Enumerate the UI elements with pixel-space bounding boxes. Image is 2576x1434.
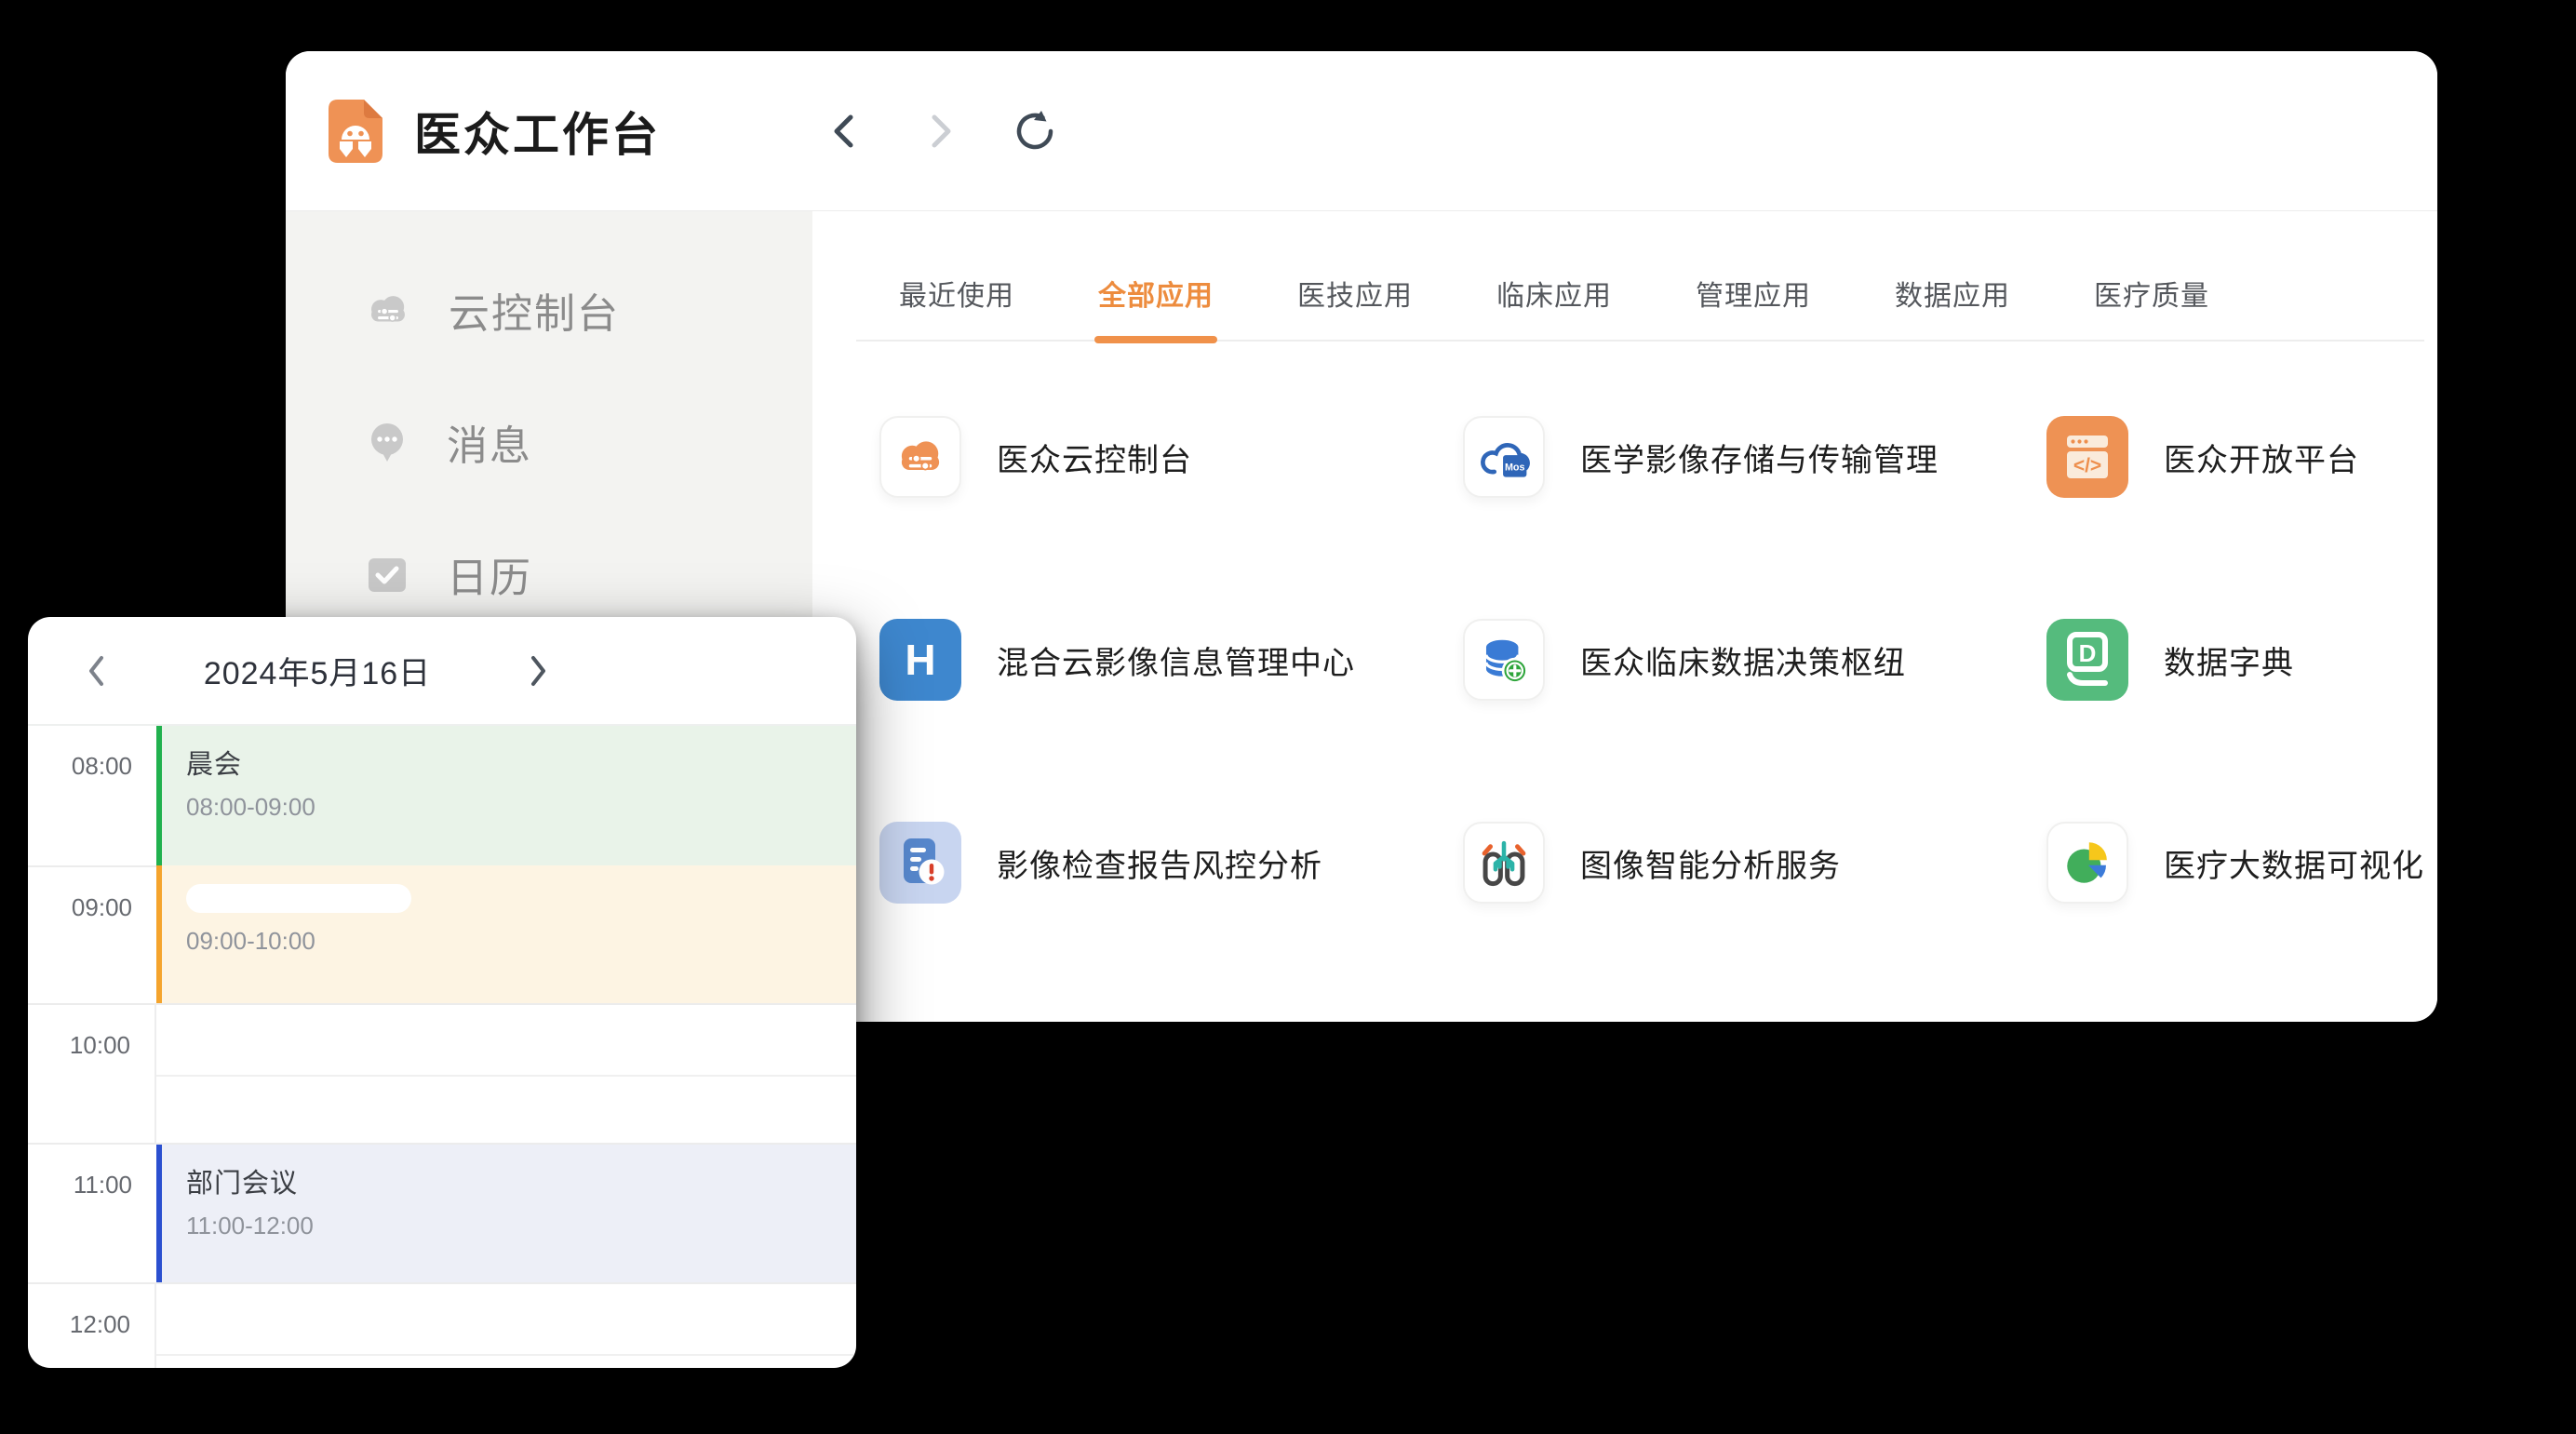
app-data-dictionary[interactable]: D 数据字典 xyxy=(2046,619,2424,701)
empty-slot[interactable] xyxy=(156,1005,856,1145)
app-label: 影像检查报告风控分析 xyxy=(997,840,1322,886)
green-dictionary-icon: D xyxy=(2046,619,2128,701)
sidebar-item-cloud-console[interactable]: 云控制台 xyxy=(286,265,812,355)
app-big-data-visualization[interactable]: 医疗大数据可视化 xyxy=(2046,822,2424,904)
code-browser-icon: </> xyxy=(2046,416,2128,498)
svg-text:Mos: Mos xyxy=(1505,462,1525,474)
message-bubble-icon xyxy=(365,420,409,464)
app-label: 医学影像存储与传输管理 xyxy=(1580,435,1939,480)
database-plus-icon xyxy=(1463,619,1545,701)
calendar-check-icon xyxy=(365,552,409,596)
svg-text:D: D xyxy=(2079,639,2097,667)
content-area: 最近使用 全部应用 医技应用 临床应用 管理应用 数据应用 医疗质量 xyxy=(812,211,2437,1021)
app-clinical-data-hub[interactable]: 医众临床数据决策枢纽 xyxy=(1463,619,2046,701)
cloud-console-icon xyxy=(365,287,411,333)
time-label: 12:00 xyxy=(28,1284,156,1368)
app-cloud-console[interactable]: 医众云控制台 xyxy=(879,416,1463,498)
calendar-row-0900: 09:00 09:00-10:00 xyxy=(28,865,856,1005)
sidebar-item-label: 云控制台 xyxy=(449,280,620,340)
orange-cloud-sliders-icon xyxy=(879,416,961,498)
event-redacted-title-pill xyxy=(186,884,411,913)
app-label: 医疗大数据可视化 xyxy=(2164,840,2424,886)
forward-button[interactable] xyxy=(919,110,961,153)
app-hybrid-cloud-center[interactable]: H 混合云影像信息管理中心 xyxy=(879,619,1463,701)
svg-text:</>: </> xyxy=(2073,455,2101,476)
calendar-next-button[interactable] xyxy=(517,645,558,697)
event-department-meeting[interactable]: 部门会议 11:00-12:00 xyxy=(156,1145,856,1284)
blue-h-tile-icon: H xyxy=(879,619,961,701)
app-imaging-storage[interactable]: Mos 医学影像存储与传输管理 xyxy=(1463,416,2046,498)
calendar-row-1100: 11:00 部门会议 11:00-12:00 xyxy=(28,1143,856,1284)
lungs-ai-icon xyxy=(1463,822,1545,904)
app-logo-icon xyxy=(329,100,382,163)
app-label: 医众开放平台 xyxy=(2164,435,2359,480)
sidebar-item-messages[interactable]: 消息 xyxy=(286,397,812,487)
app-label: 数据字典 xyxy=(2164,637,2294,683)
calendar-row-0800: 08:00 晨会 08:00-09:00 xyxy=(28,726,856,865)
time-label: 11:00 xyxy=(28,1145,156,1284)
sidebar-item-label: 消息 xyxy=(447,412,532,472)
tab-medtech[interactable]: 医技应用 xyxy=(1297,273,1413,340)
event-morning-meeting[interactable]: 晨会 08:00-09:00 xyxy=(156,726,856,865)
app-label: 医众云控制台 xyxy=(997,435,1192,480)
app-open-platform[interactable]: </> 医众开放平台 xyxy=(2046,416,2424,498)
app-report-risk-analysis[interactable]: 影像检查报告风控分析 xyxy=(879,822,1463,904)
app-label: 图像智能分析服务 xyxy=(1580,840,1841,886)
event-title: 晨会 xyxy=(186,743,856,782)
event-title: 部门会议 xyxy=(186,1161,856,1200)
window-titlebar: 医众工作台 xyxy=(286,51,2437,211)
event-redacted[interactable]: 09:00-10:00 xyxy=(156,865,856,1005)
back-button[interactable] xyxy=(824,110,866,153)
sidebar-item-calendar[interactable]: 日历 xyxy=(286,529,812,619)
sidebar-item-label: 日历 xyxy=(447,544,532,604)
tab-all-apps[interactable]: 全部应用 xyxy=(1098,273,1214,340)
pie-chart-icon xyxy=(2046,822,2128,904)
calendar-prev-button[interactable] xyxy=(76,645,117,697)
calendar-date-title: 2024年5月16日 xyxy=(117,648,517,693)
calendar-grid: 08:00 晨会 08:00-09:00 09:00 09:00-10:00 1… xyxy=(28,726,856,1366)
app-label: 混合云影像信息管理中心 xyxy=(997,637,1355,683)
calendar-row-1200: 12:00 xyxy=(28,1282,856,1368)
event-time-range: 09:00-10:00 xyxy=(186,927,856,956)
event-time-range: 11:00-12:00 xyxy=(186,1212,856,1240)
calendar-header: 2024年5月16日 xyxy=(28,617,856,726)
app-image-ai-analysis[interactable]: 图像智能分析服务 xyxy=(1463,822,2046,904)
tab-management[interactable]: 管理应用 xyxy=(1696,273,1811,340)
blue-cloud-mos-icon: Mos xyxy=(1463,416,1545,498)
tab-data[interactable]: 数据应用 xyxy=(1895,273,2010,340)
calendar-row-1000: 10:00 xyxy=(28,1003,856,1145)
report-alert-icon xyxy=(879,822,961,904)
tab-bar: 最近使用 全部应用 医技应用 临床应用 管理应用 数据应用 医疗质量 xyxy=(856,273,2424,342)
empty-slot[interactable] xyxy=(156,1284,856,1368)
tab-recent[interactable]: 最近使用 xyxy=(899,273,1014,340)
refresh-button[interactable] xyxy=(1013,110,1056,153)
time-label: 10:00 xyxy=(28,1005,156,1145)
time-label: 08:00 xyxy=(28,726,156,865)
nav-button-group xyxy=(824,51,1056,211)
tab-clinical[interactable]: 临床应用 xyxy=(1496,273,1612,340)
time-label: 09:00 xyxy=(28,865,156,1005)
app-label: 医众临床数据决策枢纽 xyxy=(1580,637,1906,683)
calendar-popup: 2024年5月16日 08:00 晨会 08:00-09:00 09:00 09… xyxy=(28,617,856,1368)
window-title: 医众工作台 xyxy=(414,98,661,165)
event-time-range: 08:00-09:00 xyxy=(186,793,856,822)
desktop-background: { "window": { "title": "医众工作台", "logo_ic… xyxy=(0,0,2576,1434)
app-grid: 医众云控制台 Mos 医学影像存储与传输管理 xyxy=(879,416,2424,904)
tab-quality[interactable]: 医疗质量 xyxy=(2094,273,2209,340)
